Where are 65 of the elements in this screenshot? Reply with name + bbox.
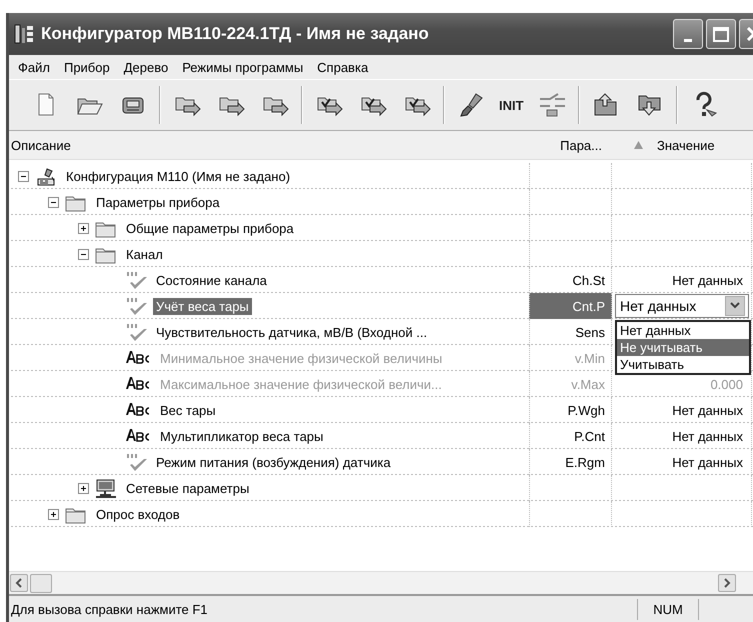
maximize-icon <box>713 26 729 42</box>
maximize-button[interactable] <box>706 19 736 49</box>
scrollbar-thumb[interactable] <box>30 574 52 592</box>
dropdown-option[interactable]: Не учитывать <box>617 339 749 356</box>
collapse-icon[interactable] <box>18 170 29 182</box>
parameter-name: Sens <box>575 324 605 340</box>
tree-item-label[interactable]: Учёт веса тары <box>153 298 252 314</box>
menu-item[interactable]: Справка <box>310 58 376 76</box>
value-dropdown[interactable]: Нет данных <box>615 294 749 318</box>
checkmark-icon <box>124 321 148 343</box>
parameter-value: Нет данных <box>672 272 743 288</box>
tree-item-label[interactable]: Мультипликатор веса тары <box>157 428 326 444</box>
column-header[interactable]: Описание <box>9 138 529 152</box>
dropdown-option[interactable]: Нет данных <box>617 322 749 339</box>
collapse-icon[interactable] <box>48 196 59 208</box>
menu-item[interactable]: Дерево <box>116 58 176 76</box>
dropdown-option[interactable]: Учитывать <box>617 356 749 373</box>
chevron-left-icon <box>15 578 23 588</box>
scroll-left-button[interactable] <box>10 574 28 592</box>
expand-icon[interactable] <box>48 508 59 520</box>
dropdown-button[interactable] <box>725 296 745 316</box>
chevron-right-icon <box>723 578 731 588</box>
tree-item-label[interactable]: Сетевые параметры <box>123 480 252 496</box>
minimize-button[interactable] <box>673 19 703 49</box>
tree-item-label[interactable]: Чувствительность датчика, мВ/В (Входной ... <box>153 324 430 340</box>
minimize-icon <box>684 38 692 42</box>
tree-item-label[interactable]: Опрос входов <box>93 506 183 522</box>
scroll-right-button[interactable] <box>718 574 736 592</box>
parameter-name: Ch.St <box>572 272 605 288</box>
tree-item-label[interactable]: Режим питания (возбуждения) датчика <box>153 454 394 470</box>
parameter-value: 0.000 <box>710 376 743 392</box>
expand-icon[interactable] <box>78 222 89 234</box>
checkmark-icon <box>124 269 148 291</box>
parameter-name: P.Cnt <box>574 428 605 444</box>
tree-item-label[interactable]: Параметры прибора <box>93 194 223 210</box>
num-lock-indicator: NUM <box>637 598 699 620</box>
menu-item[interactable]: Режимы программы <box>175 58 310 76</box>
chevron-down-icon <box>730 302 740 310</box>
window-title: Конфигуратор МВ110-224.1ТД - Имя не задано <box>41 24 430 44</box>
checkmark-icon <box>124 295 148 317</box>
tree-item-label[interactable]: Общие параметры прибора <box>123 220 297 236</box>
column-header[interactable]: Пара... <box>558 138 602 152</box>
column-header[interactable]: Значение <box>657 138 715 152</box>
checkmark-icon <box>124 451 148 473</box>
tree-item-label[interactable]: Вес тары <box>157 402 219 418</box>
parameter-name: E.Rgm <box>565 454 605 470</box>
collapse-icon[interactable] <box>78 248 89 260</box>
network-computer-icon <box>94 477 118 499</box>
tree-item-label[interactable]: Конфигурация М110 (Имя не задано) <box>63 168 294 184</box>
parameter-name: Cnt.P <box>572 298 605 314</box>
menu-item[interactable]: Прибор <box>56 58 117 76</box>
parameter-name: v.Max <box>571 376 605 392</box>
parameter-value: Нет данных <box>672 454 743 470</box>
parameter-value: Нет данных <box>672 402 743 418</box>
parameter-value: Нет данных <box>672 428 743 444</box>
status-message: Для вызова справки нажмите F1 <box>10 602 209 616</box>
expand-icon[interactable] <box>78 482 89 494</box>
app-icon <box>13 22 35 46</box>
tree-item-label[interactable]: Состояние канала <box>153 272 270 288</box>
dropdown-value: Нет данных <box>620 298 696 314</box>
menu-item[interactable]: Файл <box>11 58 57 76</box>
init-button[interactable]: INIT <box>496 92 527 118</box>
tree-item-label[interactable]: Канал <box>123 246 166 262</box>
parameter-name: P.Wgh <box>568 402 605 418</box>
parameter-name: v.Min <box>574 350 605 366</box>
